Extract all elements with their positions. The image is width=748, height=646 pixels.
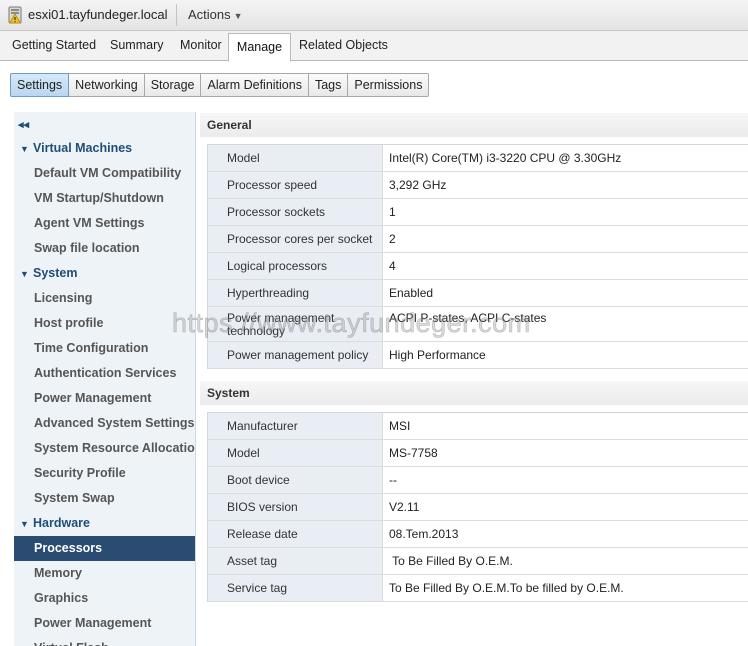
property-key: Manufacturer <box>208 413 383 439</box>
property-value: High Performance <box>389 347 486 362</box>
property-value: MS-7758 <box>389 445 438 460</box>
nav-item-host-profile[interactable]: Host profile <box>14 311 195 336</box>
property-row: Processor speed 3,292 GHz <box>208 172 748 199</box>
nav-group-system[interactable]: ▼ System <box>14 261 195 286</box>
nav-item-vm-startup-shutdown[interactable]: VM Startup/Shutdown <box>14 186 195 211</box>
property-key: Power management technology <box>208 307 383 341</box>
property-row: Processor cores per socket 2 <box>208 226 748 253</box>
property-key: Release date <box>208 521 383 547</box>
property-key: Hyperthreading <box>208 280 383 306</box>
property-value: 2 <box>389 231 396 246</box>
tab-monitor[interactable]: Monitor <box>180 31 222 60</box>
nav-item-processors[interactable]: Processors <box>14 536 195 561</box>
property-key: Logical processors <box>208 253 383 279</box>
property-value: -- <box>389 472 397 487</box>
subtab-networking[interactable]: Networking <box>69 73 145 97</box>
nav-group-label: Hardware <box>33 516 90 530</box>
property-key: Processor sockets <box>208 199 383 225</box>
nav-item-time-configuration[interactable]: Time Configuration <box>14 336 195 361</box>
nav-item-virtual-flash[interactable]: Virtual Flash <box>14 636 195 646</box>
property-row: Boot device -- <box>208 467 748 494</box>
nav-item-memory[interactable]: Memory <box>14 561 195 586</box>
property-value: 3,292 GHz <box>389 177 447 192</box>
nav-item-system-resource-allocation[interactable]: System Resource Allocation <box>14 436 195 461</box>
section-general-header: General <box>200 113 748 137</box>
property-key: Processor speed <box>208 172 383 198</box>
property-value: ACPI P-states, ACPI C-states <box>389 311 547 325</box>
tab-related-objects[interactable]: Related Objects <box>299 31 388 60</box>
property-value: 4 <box>389 258 396 273</box>
property-row: Release date 08.Tem.2013 <box>208 521 748 548</box>
expanded-triangle-icon: ▼ <box>20 144 29 154</box>
section-system-header: System <box>200 381 748 405</box>
actions-menu-button[interactable]: Actions ▼ <box>188 7 243 22</box>
subtab-alarm-definitions[interactable]: Alarm Definitions <box>201 73 309 97</box>
property-row: Model MS-7758 <box>208 440 748 467</box>
expanded-triangle-icon: ▼ <box>20 519 29 529</box>
title-divider <box>176 4 177 26</box>
subtab-settings[interactable]: Settings <box>10 73 70 97</box>
property-row: Processor sockets 1 <box>208 199 748 226</box>
property-row: Manufacturer MSI <box>208 413 748 440</box>
tab-manage[interactable]: Manage <box>228 33 291 62</box>
host-warning-icon <box>8 6 22 24</box>
actions-label: Actions <box>188 7 231 22</box>
subtab-permissions[interactable]: Permissions <box>348 73 430 97</box>
system-properties-table: Manufacturer MSI Model MS-7758 Boot device… <box>207 412 748 602</box>
property-row: Asset tag To Be Filled By O.E.M. <box>208 548 748 575</box>
property-value: 1 <box>389 204 396 219</box>
nav-item-security-profile[interactable]: Security Profile <box>14 461 195 486</box>
property-row: BIOS version V2.11 <box>208 494 748 521</box>
nav-item-default-vm-compatibility[interactable]: Default VM Compatibility <box>14 161 195 186</box>
property-key: Processor cores per socket <box>208 226 383 252</box>
property-key: BIOS version <box>208 494 383 520</box>
property-value: 08.Tem.2013 <box>389 526 459 541</box>
nav-item-power-management-hardware[interactable]: Power Management <box>14 611 195 636</box>
tab-summary[interactable]: Summary <box>110 31 163 60</box>
property-key: Boot device <box>208 467 383 493</box>
nav-group-virtual-machines[interactable]: ▼ Virtual Machines <box>14 136 195 161</box>
property-key: Asset tag <box>208 548 383 574</box>
nav-group-hardware[interactable]: ▼ Hardware <box>14 511 195 536</box>
nav-group-label: System <box>33 266 78 280</box>
property-row: Power management policy High Performance <box>208 342 748 369</box>
nav-item-power-management-system[interactable]: Power Management <box>14 386 195 411</box>
nav-group-label: Virtual Machines <box>33 141 133 155</box>
nav-item-authentication-services[interactable]: Authentication Services <box>14 361 195 386</box>
expanded-triangle-icon: ▼ <box>20 269 29 279</box>
title-bar: esxi01.tayfundeger.local Actions ▼ <box>0 0 748 31</box>
property-value: MSI <box>389 418 411 433</box>
host-name: esxi01.tayfundeger.local <box>28 7 168 22</box>
property-value: Enabled <box>389 285 434 300</box>
property-value: Intel(R) Core(TM) i3-3220 CPU @ 3.30GHz <box>389 150 622 165</box>
settings-nav: ◂◂ ▼ Virtual Machines Default VM Compatib… <box>14 112 196 646</box>
property-row: Power management technology ACPI P-states… <box>208 307 748 342</box>
main-tabs: Getting Started Summary Monitor Manage R… <box>0 31 748 62</box>
settings-subtabs: Settings Networking Storage Alarm Defini… <box>10 73 430 97</box>
subtab-tags[interactable]: Tags <box>308 73 349 97</box>
tab-getting-started[interactable]: Getting Started <box>12 31 96 60</box>
property-row: Logical processors 4 <box>208 253 748 280</box>
property-row: Service tag To Be Filled By O.E.M.To be f… <box>208 575 748 602</box>
property-key: Service tag <box>208 575 383 601</box>
property-key: Model <box>208 145 383 171</box>
nav-item-advanced-system-settings[interactable]: Advanced System Settings <box>14 411 195 436</box>
nav-item-graphics[interactable]: Graphics <box>14 586 195 611</box>
property-value: To Be Filled By O.E.M.To be filled by O.… <box>389 580 624 595</box>
property-value: V2.11 <box>389 499 420 514</box>
subtab-storage[interactable]: Storage <box>144 73 202 97</box>
caret-down-icon: ▼ <box>233 11 243 21</box>
property-value: To Be Filled By O.E.M. <box>389 553 513 568</box>
property-key: Model <box>208 440 383 466</box>
property-row: Model Intel(R) Core(TM) i3-3220 CPU @ 3.3… <box>208 145 748 172</box>
nav-item-swap-file-location[interactable]: Swap file location <box>14 236 195 261</box>
property-key: Power management policy <box>208 342 383 368</box>
nav-item-system-swap[interactable]: System Swap <box>14 486 195 511</box>
collapse-nav-icon[interactable]: ◂◂ <box>18 118 29 131</box>
nav-item-agent-vm-settings[interactable]: Agent VM Settings <box>14 211 195 236</box>
nav-item-licensing[interactable]: Licensing <box>14 286 195 311</box>
general-properties-table: Model Intel(R) Core(TM) i3-3220 CPU @ 3.3… <box>207 144 748 369</box>
property-row: Hyperthreading Enabled <box>208 280 748 307</box>
